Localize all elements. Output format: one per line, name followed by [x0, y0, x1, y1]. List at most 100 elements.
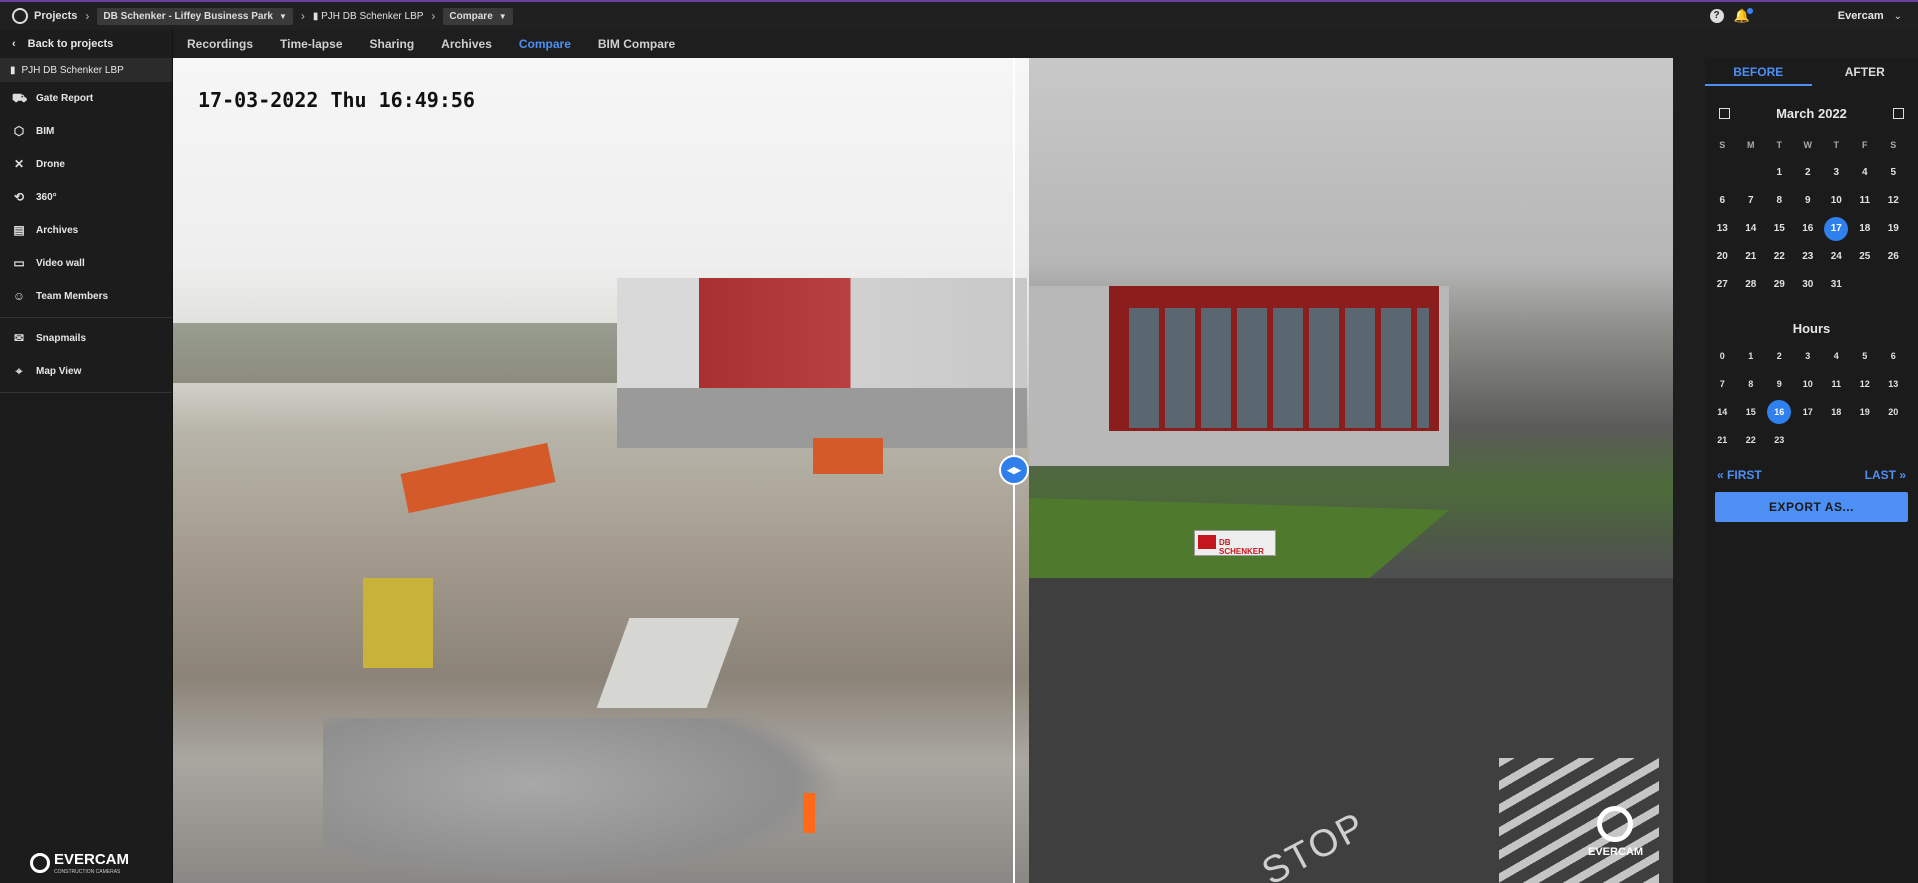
calendar-day[interactable]: 12	[1879, 187, 1908, 215]
calendar-day[interactable]: 25	[1851, 243, 1880, 271]
hour-cell[interactable]: 8	[1737, 370, 1766, 398]
hour-cell[interactable]: 17	[1794, 398, 1823, 426]
calendar-day[interactable]: 17	[1824, 217, 1849, 241]
first-button[interactable]: « FIRST	[1717, 468, 1762, 482]
calendar-day[interactable]: 13	[1708, 215, 1737, 243]
tree-line	[173, 323, 633, 383]
calendar-day[interactable]: 6	[1708, 187, 1737, 215]
calendar-day[interactable]: 31	[1822, 271, 1851, 299]
sidebar-item-gate-report[interactable]: ⛟ Gate Report	[0, 82, 172, 115]
hour-cell[interactable]: 9	[1765, 370, 1794, 398]
calendar-day[interactable]: 3	[1822, 159, 1851, 187]
calendar-day[interactable]: 10	[1822, 187, 1851, 215]
tab-before[interactable]: BEFORE	[1705, 58, 1812, 86]
tab-bim-compare[interactable]: BIM Compare	[598, 37, 675, 51]
sidebar-item-video-wall[interactable]: ▭ Video wall	[0, 247, 172, 280]
hour-cell[interactable]: 18	[1822, 398, 1851, 426]
sidebar-item-360[interactable]: ⟲ 360°	[0, 181, 172, 214]
calendar-day[interactable]: 14	[1737, 215, 1766, 243]
calendar-day[interactable]: 22	[1765, 243, 1794, 271]
tab-recordings[interactable]: Recordings	[187, 37, 253, 51]
compare-viewer[interactable]: 17-03-2022 Thu 16:49:56 DB SCHENKER STOP…	[173, 58, 1673, 883]
hour-cell[interactable]: 13	[1879, 370, 1908, 398]
hour-cell[interactable]: 11	[1822, 370, 1851, 398]
sidebar-item-team-members[interactable]: ☺ Team Members	[0, 280, 172, 313]
compare-slider-handle[interactable]: ◀▶	[999, 455, 1029, 485]
hour-cell[interactable]: 19	[1851, 398, 1880, 426]
sidebar-item-label: Map View	[36, 366, 82, 377]
after-image: DB SCHENKER STOP EVERCAM	[1029, 58, 1673, 883]
sign-text: DB SCHENKER	[1219, 538, 1264, 556]
calendar-day[interactable]: 11	[1851, 187, 1880, 215]
hour-cell[interactable]: 12	[1851, 370, 1880, 398]
gravel-pile	[323, 718, 843, 883]
sidebar-item-snapmails[interactable]: ✉ Snapmails	[0, 322, 172, 355]
export-button[interactable]: EXPORT AS...	[1715, 492, 1908, 522]
user-menu-chevron-icon[interactable]: ⌄	[1894, 11, 1902, 22]
last-button[interactable]: LAST »	[1865, 468, 1906, 482]
sidebar-item-drone[interactable]: ✕ Drone	[0, 148, 172, 181]
tab-compare[interactable]: Compare	[519, 37, 571, 51]
next-month-icon[interactable]	[1892, 108, 1904, 119]
evercam-logo-icon[interactable]	[12, 8, 28, 24]
hour-cell[interactable]: 7	[1708, 370, 1737, 398]
hour-cell[interactable]: 15	[1737, 398, 1766, 426]
hour-cell[interactable]: 20	[1879, 398, 1908, 426]
sidebar-item-bim[interactable]: ⬡ BIM	[0, 115, 172, 148]
calendar-day[interactable]: 20	[1708, 243, 1737, 271]
hour-cell[interactable]: 0	[1708, 342, 1737, 370]
breadcrumb-camera[interactable]: ▮ PJH DB Schenker LBP	[313, 11, 424, 22]
calendar-day[interactable]: 27	[1708, 271, 1737, 299]
calendar-day[interactable]: 18	[1851, 215, 1880, 243]
calendar-day[interactable]: 19	[1879, 215, 1908, 243]
hour-cell[interactable]: 1	[1737, 342, 1766, 370]
calendar-day[interactable]: 23	[1794, 243, 1823, 271]
sidebar-item-map-view[interactable]: ⌖ Map View	[0, 355, 172, 388]
view-select[interactable]: Compare ▼	[443, 7, 513, 25]
back-to-projects-button[interactable]: ‹ Back to projects	[0, 30, 172, 58]
calendar-day[interactable]: 9	[1794, 187, 1823, 215]
sidebar-item-label: Gate Report	[36, 93, 94, 104]
user-menu[interactable]: Evercam	[1838, 10, 1884, 22]
calendar-day[interactable]: 29	[1765, 271, 1794, 299]
hour-cell[interactable]: 10	[1794, 370, 1823, 398]
calendar-day[interactable]: 2	[1794, 159, 1823, 187]
calendar-day[interactable]: 26	[1879, 243, 1908, 271]
project-select[interactable]: DB Schenker - Liffey Business Park ▼	[97, 7, 293, 25]
hour-cell[interactable]: 4	[1822, 342, 1851, 370]
hour-cell[interactable]: 16	[1767, 400, 1792, 424]
bim-icon: ⬡	[13, 124, 25, 138]
prev-month-icon[interactable]	[1719, 108, 1730, 119]
calendar-day[interactable]: 5	[1879, 159, 1908, 187]
calendar-day[interactable]: 4	[1851, 159, 1880, 187]
notifications-bell-icon[interactable]: 🔔	[1734, 8, 1753, 24]
worker	[803, 793, 815, 833]
hour-cell[interactable]: 5	[1851, 342, 1880, 370]
calendar-day[interactable]: 28	[1737, 271, 1766, 299]
hour-cell[interactable]: 6	[1879, 342, 1908, 370]
tab-after[interactable]: AFTER	[1812, 58, 1918, 86]
calendar-day[interactable]: 7	[1737, 187, 1766, 215]
hour-cell[interactable]: 22	[1737, 426, 1766, 454]
hour-cell[interactable]: 23	[1765, 426, 1794, 454]
help-icon[interactable]: ?	[1709, 9, 1724, 23]
calendar-day[interactable]: 30	[1794, 271, 1823, 299]
caret-down-icon: ▼	[278, 11, 287, 21]
calendar-day[interactable]: 21	[1737, 243, 1766, 271]
calendar-day[interactable]: 16	[1794, 215, 1823, 243]
calendar-day[interactable]: 15	[1765, 215, 1794, 243]
hour-cell[interactable]: 3	[1794, 342, 1823, 370]
tab-time-lapse[interactable]: Time-lapse	[280, 37, 342, 51]
sidebar-item-archives[interactable]: ▤ Archives	[0, 214, 172, 247]
breadcrumb-projects[interactable]: Projects	[34, 10, 77, 22]
tab-archives[interactable]: Archives	[441, 37, 492, 51]
tab-sharing[interactable]: Sharing	[370, 37, 415, 51]
calendar-day[interactable]: 8	[1765, 187, 1794, 215]
hour-cell[interactable]: 14	[1708, 398, 1737, 426]
hour-cell[interactable]: 2	[1765, 342, 1794, 370]
project-title[interactable]: ▮ PJH DB Schenker LBP	[0, 58, 172, 82]
360-icon: ⟲	[13, 190, 25, 204]
hour-cell[interactable]: 21	[1708, 426, 1737, 454]
calendar-day[interactable]: 1	[1765, 159, 1794, 187]
calendar-day[interactable]: 24	[1822, 243, 1851, 271]
